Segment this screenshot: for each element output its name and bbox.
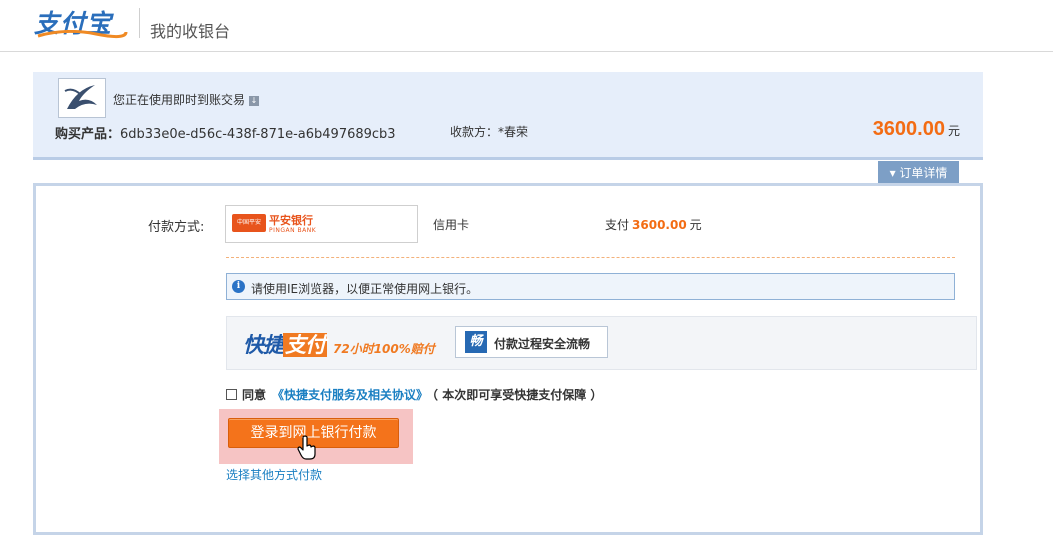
express-badge-text: 付款过程安全流畅 xyxy=(494,337,591,351)
info-icon: i xyxy=(232,280,245,293)
dashed-divider xyxy=(226,257,955,258)
order-detail-label: 订单详情 xyxy=(899,166,948,180)
agree-text: 同意 xyxy=(242,388,267,402)
logo-swoosh-icon xyxy=(37,30,128,39)
agree-checkbox[interactable] xyxy=(226,389,237,400)
payee-label: 收款方： xyxy=(450,125,499,139)
express-pay-subtitle: 72小时100%赔付 xyxy=(333,342,435,356)
bank-selector[interactable]: 中国平安 平安银行 PINGAN BANK xyxy=(225,205,418,243)
other-payment-methods-link[interactable]: 选择其他方式付款 xyxy=(226,466,322,483)
product-label: 购买产品： xyxy=(55,127,121,142)
express-pay-banner: 快捷支付 72小时100%赔付 畅 付款过程安全流畅 xyxy=(226,316,977,370)
pay-label: 支付 xyxy=(605,218,630,232)
smooth-icon: 畅 xyxy=(465,331,487,353)
notice-text: 请使用IE浏览器，以便正常使用网上银行。 xyxy=(251,282,479,296)
merchant-logo xyxy=(58,78,106,118)
product-id: 6db33e0e-d56c-438f-871e-a6b497689cb3 xyxy=(120,127,396,142)
agreement-row: 同意 《快捷支付服务及相关协议》 （ 本次即可享受快捷支付保障 ） xyxy=(226,386,602,403)
product-line: 购买产品：6db33e0e-d56c-438f-871e-a6b497689cb… xyxy=(55,123,396,142)
download-icon[interactable]: ↓ xyxy=(249,95,260,106)
swallow-icon xyxy=(64,85,97,109)
order-amount: 3600.00 元 xyxy=(873,118,960,141)
payment-method-label: 付款方式: xyxy=(148,220,205,235)
alipay-logo[interactable]: 支付宝 xyxy=(34,4,130,39)
page-title: 我的收银台 xyxy=(150,22,231,41)
header-divider xyxy=(139,8,140,38)
pingan-bank-logo-icon: 中国平安 xyxy=(232,214,266,232)
pay-amount-line: 支付 3600.00 元 xyxy=(605,216,702,233)
express-pay-title: 快捷支付 xyxy=(243,329,327,359)
trade-type-text: 您正在使用即时到账交易 ↓ xyxy=(113,91,260,108)
card-type: 信用卡 xyxy=(433,218,470,232)
bank-name-en: PINGAN BANK xyxy=(269,227,317,234)
bank-name: 平安银行 xyxy=(269,214,313,227)
express-title-b: 支付 xyxy=(283,333,327,357)
top-header: 支付宝 我的收银台 xyxy=(0,0,1053,52)
order-summary: 您正在使用即时到账交易 ↓ 购买产品：6db33e0e-d56c-438f-871… xyxy=(33,72,983,160)
order-detail-tab[interactable]: ▾ 订单详情 xyxy=(878,161,959,185)
amount-unit: 元 xyxy=(947,124,960,138)
pay-amount: 3600.00 xyxy=(632,218,687,232)
express-title-a: 快捷 xyxy=(243,333,284,357)
browser-notice: i 请使用IE浏览器，以便正常使用网上银行。 xyxy=(226,273,955,300)
agreement-link[interactable]: 《快捷支付服务及相关协议》 xyxy=(272,388,428,402)
agreement-note: （ 本次即可享受快捷支付保障 ） xyxy=(432,388,603,402)
express-badge: 畅 付款过程安全流畅 xyxy=(455,326,608,358)
amount-value: 3600.00 xyxy=(872,118,945,140)
caret-down-icon: ▾ xyxy=(889,166,896,180)
payee-line: 收款方：*春荣 xyxy=(450,123,528,140)
payee-name: *春荣 xyxy=(498,125,529,139)
pay-unit: 元 xyxy=(689,218,702,232)
hand-cursor-icon xyxy=(297,435,316,460)
trade-type-label: 您正在使用即时到账交易 xyxy=(113,93,246,107)
